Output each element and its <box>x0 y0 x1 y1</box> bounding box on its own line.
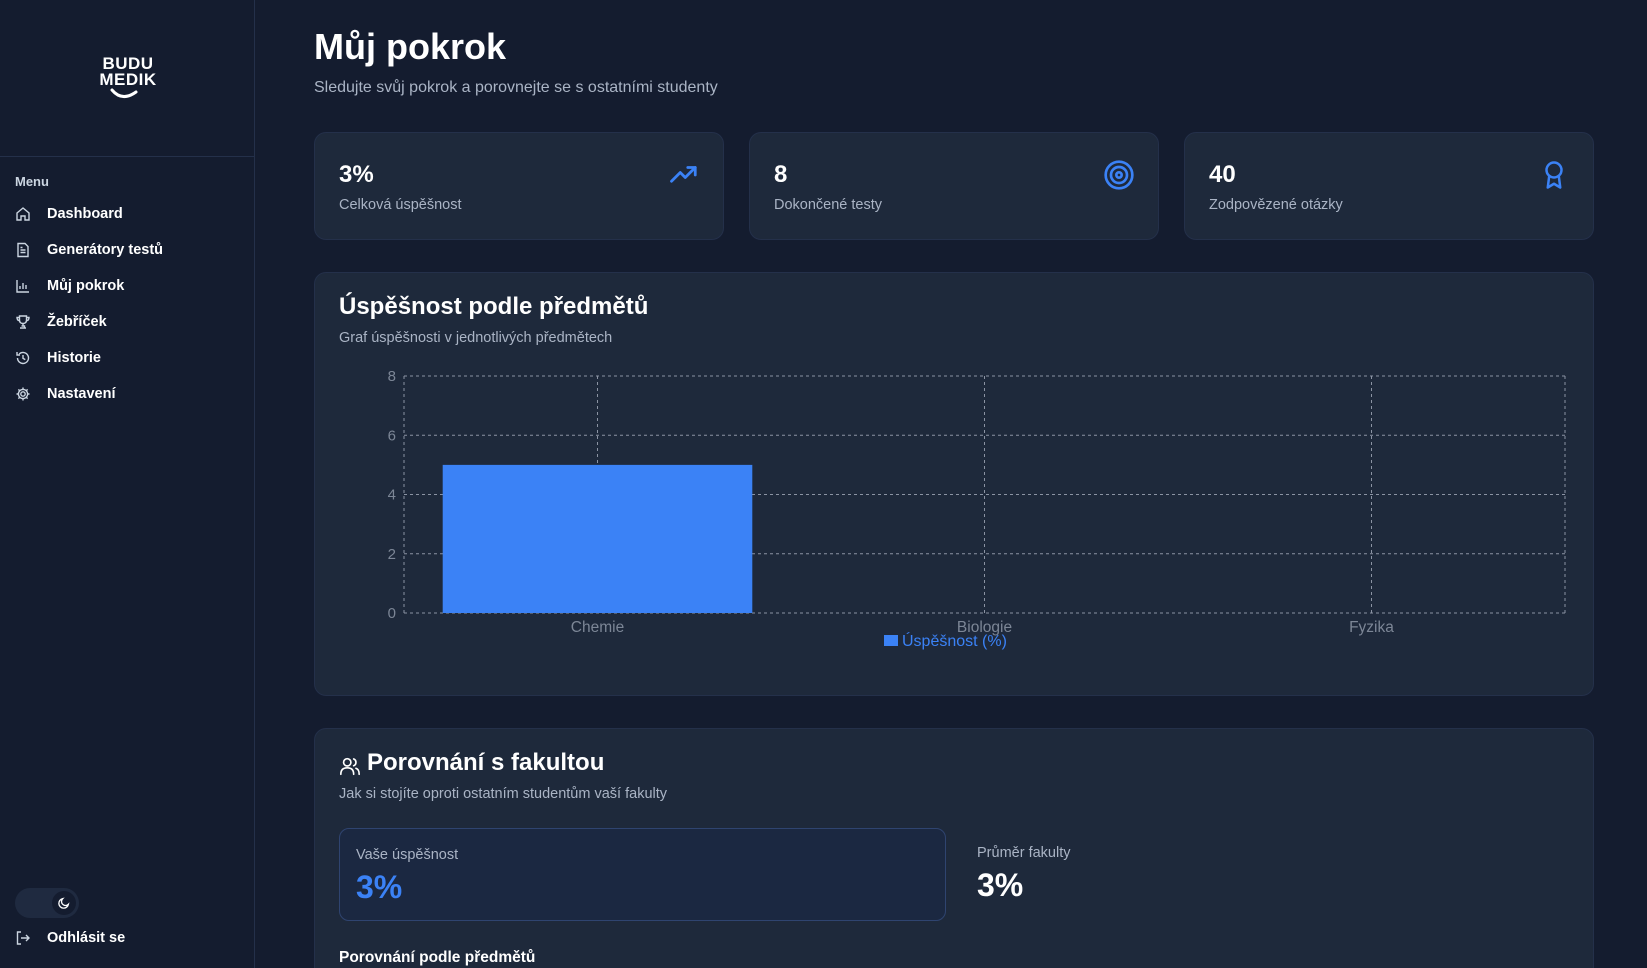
panel-subtitle: Jak si stojíte oproti ostatním studentům… <box>339 786 668 802</box>
sidebar: BUDU MEDIK Menu Dashboard Generátory tes… <box>0 0 255 968</box>
sidebar-item-dashboard[interactable]: Dashboard <box>0 196 255 232</box>
menu-label: Menu <box>15 174 49 189</box>
stat-value: 40 <box>1209 161 1236 188</box>
bar-chart-icon <box>15 278 31 294</box>
sidebar-item-label: Nastavení <box>47 386 116 402</box>
faculty-average-label: Průměr fakulty <box>977 845 1071 861</box>
trophy-icon <box>15 314 31 330</box>
sidebar-item-settings[interactable]: Nastavení <box>0 376 255 412</box>
logout-label: Odhlásit se <box>47 930 126 946</box>
sidebar-item-leaderboard[interactable]: Žebříček <box>0 304 255 340</box>
history-icon <box>15 350 31 366</box>
stat-card-completed-tests: 8 Dokončené testy <box>749 132 1159 240</box>
app-logo[interactable]: BUDU MEDIK <box>96 55 160 102</box>
bar-chemie <box>442 464 753 613</box>
sidebar-item-test-generators[interactable]: Generátory testů <box>0 232 255 268</box>
sidebar-item-label: Historie <box>47 350 101 366</box>
y-tick-label: 0 <box>388 605 396 622</box>
stat-card-success-rate: 3% Celková úspěšnost <box>314 132 724 240</box>
sidebar-item-label: Žebříček <box>47 314 107 330</box>
faculty-average-value: 3% <box>977 867 1024 903</box>
sidebar-item-label: Můj pokrok <box>47 278 125 294</box>
sidebar-item-label: Generátory testů <box>47 242 164 258</box>
x-tick-label: Chemie <box>571 619 624 636</box>
stat-value: 8 <box>774 161 788 188</box>
target-icon <box>1102 158 1136 192</box>
stat-card-answered-questions: 40 Zodpovězené otázky <box>1184 132 1594 240</box>
x-tick-label: Fyzika <box>1349 619 1394 636</box>
sidebar-item-progress[interactable]: Můj pokrok <box>0 268 255 304</box>
stat-label: Celková úspěšnost <box>339 197 462 213</box>
logout-button[interactable]: Odhlásit se <box>15 930 125 946</box>
your-success-box: Vaše úspěšnost 3% <box>339 828 946 921</box>
theme-toggle[interactable] <box>15 888 79 918</box>
your-success-value: 3% <box>356 869 403 905</box>
panel-title: Porovnání s fakultou <box>367 749 605 776</box>
your-success-label: Vaše úspěšnost <box>356 847 459 863</box>
y-tick-label: 4 <box>388 487 396 504</box>
stat-value: 3% <box>339 161 374 188</box>
document-icon <box>15 242 31 258</box>
moon-icon <box>52 891 76 915</box>
y-tick-label: 6 <box>388 427 396 444</box>
sidebar-divider <box>0 156 255 157</box>
logout-icon <box>15 930 31 946</box>
legend-swatch <box>884 635 898 646</box>
page-subtitle: Sledujte svůj pokrok a porovnejte se s o… <box>314 79 718 96</box>
sidebar-nav: Dashboard Generátory testů Můj pokrok Že… <box>0 196 255 412</box>
stat-label: Zodpovězené otázky <box>1209 197 1343 213</box>
trending-up-icon <box>667 158 701 192</box>
users-icon <box>339 755 361 777</box>
y-tick-label: 2 <box>388 546 396 563</box>
page-title: Můj pokrok <box>314 26 507 67</box>
award-icon <box>1537 158 1571 192</box>
logo-line-2: MEDIK <box>99 70 157 89</box>
sidebar-item-history[interactable]: Historie <box>0 340 255 376</box>
home-icon <box>15 206 31 222</box>
logo-smile-icon <box>110 88 138 98</box>
y-tick-label: 8 <box>388 368 396 385</box>
stat-label: Dokončené testy <box>774 197 883 213</box>
legend-label: Úspěšnost (%) <box>902 631 1007 650</box>
subject-comparison-heading: Porovnání podle předmětů <box>339 949 536 966</box>
faculty-comparison-panel: Porovnání s fakultou Jak si stojíte opro… <box>314 728 1594 968</box>
sidebar-item-label: Dashboard <box>47 206 123 222</box>
gear-icon <box>15 386 31 402</box>
subject-success-panel: Úspěšnost podle předmětů Graf úspěšnosti… <box>314 272 1594 696</box>
subject-bar-chart: 02468Chemie Biologie FyzikaÚspěšnost (%) <box>388 368 1566 650</box>
